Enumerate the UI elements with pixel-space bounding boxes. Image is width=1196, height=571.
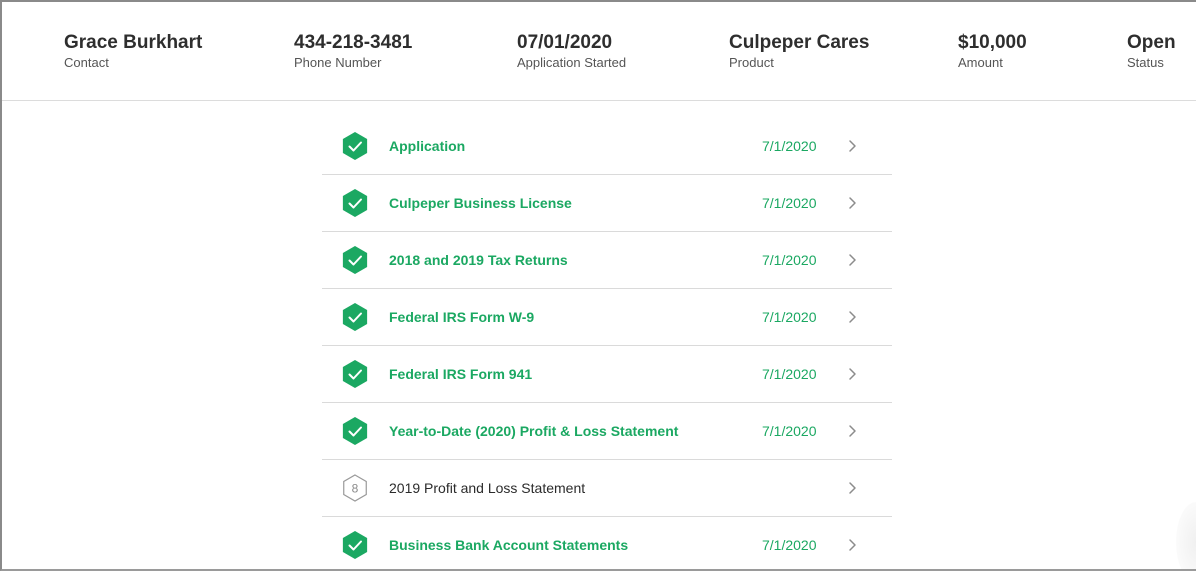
checklist-row[interactable]: Federal IRS Form W-9 7/1/2020 — [322, 289, 892, 346]
status-label: Status — [1127, 55, 1164, 70]
contact-label: Contact — [64, 55, 109, 70]
checklist-item-title: Application — [389, 138, 466, 154]
checklist-item-date: 7/1/2020 — [762, 252, 817, 268]
check-hexagon-icon — [340, 245, 370, 275]
check-hexagon-icon — [340, 530, 370, 560]
scroll-shadow — [1176, 502, 1196, 569]
amount-label: Amount — [958, 55, 1003, 70]
chevron-right-icon[interactable] — [844, 195, 860, 211]
step-number: 8 — [352, 482, 359, 496]
summary-phone: 434-218-3481 Phone Number — [294, 32, 412, 70]
checklist-row[interactable]: Federal IRS Form 941 7/1/2020 — [322, 346, 892, 403]
checklist-item-date: 7/1/2020 — [762, 138, 817, 154]
summary-product: Culpeper Cares Product — [729, 32, 869, 70]
application-started-value: 07/01/2020 — [517, 32, 613, 53]
contact-name: Grace Burkhart — [64, 32, 203, 53]
checklist-item-title: Business Bank Account Statements — [389, 537, 629, 553]
product-value: Culpeper Cares — [729, 32, 870, 53]
phone-number-value: 434-218-3481 — [294, 32, 413, 53]
checklist-item-title: Year-to-Date (2020) Profit & Loss Statem… — [389, 423, 679, 439]
check-hexagon-icon — [340, 131, 370, 161]
chevron-right-icon[interactable] — [844, 366, 860, 382]
chevron-right-icon[interactable] — [844, 309, 860, 325]
status-value: Open — [1127, 32, 1176, 53]
checklist-row[interactable]: Business Bank Account Statements 7/1/2020 — [322, 517, 892, 569]
checklist-item-date: 7/1/2020 — [762, 537, 817, 553]
chevron-right-icon[interactable] — [844, 252, 860, 268]
summary-amount: $10,000 Amount — [958, 32, 1027, 70]
summary-application-started: 07/01/2020 Application Started — [517, 32, 626, 70]
checklist-row[interactable]: Year-to-Date (2020) Profit & Loss Statem… — [322, 403, 892, 460]
phone-number-label: Phone Number — [294, 55, 382, 70]
checklist-item-title: Federal IRS Form W-9 — [389, 309, 535, 325]
application-detail-panel: Grace Burkhart Contact 434-218-3481 Phon… — [0, 0, 1196, 571]
application-started-label: Application Started — [517, 55, 627, 70]
checklist-item-date: 7/1/2020 — [762, 423, 817, 439]
check-hexagon-icon — [340, 416, 370, 446]
chevron-right-icon[interactable] — [844, 480, 860, 496]
summary-status: Open Status — [1127, 32, 1176, 70]
checklist-item-title: Federal IRS Form 941 — [389, 366, 533, 382]
checklist-item-date: 7/1/2020 — [762, 366, 817, 382]
number-hexagon-icon: 8 — [340, 473, 370, 503]
checklist-item-title: 2019 Profit and Loss Statement — [389, 480, 586, 496]
amount-value: $10,000 — [958, 32, 1027, 53]
check-hexagon-icon — [340, 359, 370, 389]
requirements-checklist: Application 7/1/2020 Culpeper Business Lic… — [322, 118, 892, 569]
check-hexagon-icon — [340, 302, 370, 332]
checklist-item-title: 2018 and 2019 Tax Returns — [389, 252, 568, 268]
chevron-right-icon[interactable] — [844, 537, 860, 553]
check-hexagon-icon — [340, 188, 370, 218]
checklist-row[interactable]: Application 7/1/2020 — [322, 118, 892, 175]
checklist-item-title: Culpeper Business License — [389, 195, 572, 211]
application-summary-bar: Grace Burkhart Contact 434-218-3481 Phon… — [2, 2, 1196, 101]
chevron-right-icon[interactable] — [844, 138, 860, 154]
checklist-row[interactable]: 8 2019 Profit and Loss Statement — [322, 460, 892, 517]
checklist-item-date: 7/1/2020 — [762, 195, 817, 211]
checklist-item-date: 7/1/2020 — [762, 309, 817, 325]
product-label: Product — [729, 55, 774, 70]
summary-contact: Grace Burkhart Contact — [64, 32, 202, 70]
chevron-right-icon[interactable] — [844, 423, 860, 439]
checklist-row[interactable]: 2018 and 2019 Tax Returns 7/1/2020 — [322, 232, 892, 289]
checklist-row[interactable]: Culpeper Business License 7/1/2020 — [322, 175, 892, 232]
